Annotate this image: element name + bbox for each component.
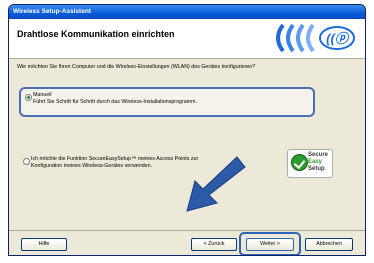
- arrow-icon: [186, 156, 246, 212]
- title-bar: Wireless Setup-Assistent: [9, 5, 365, 19]
- logo-line-secure: Secure: [308, 152, 329, 158]
- logo-line-setup: Setup: [308, 166, 325, 172]
- cancel-button[interactable]: Abbrechen: [305, 238, 353, 251]
- wizard-header: Drahtlose Kommunikation einrichten ((ⓟ: [9, 19, 365, 59]
- next-button[interactable]: Weiter >: [246, 238, 294, 251]
- help-button[interactable]: Hilfe: [21, 238, 67, 251]
- page-title: Drahtlose Kommunikation einrichten: [17, 29, 175, 39]
- option-manual[interactable]: Manuell Führt Sie Schritt für Schritt du…: [19, 87, 315, 117]
- checkmark-icon: [291, 154, 308, 171]
- radio-secureeasysetup[interactable]: [23, 158, 30, 165]
- option-manual-description: Führt Sie Schritt für Schritt durch das …: [33, 99, 197, 105]
- option-manual-title: Manuell: [33, 92, 52, 98]
- logo-line-easy: Easy: [308, 159, 323, 165]
- back-button[interactable]: < Zurück: [191, 238, 237, 251]
- button-divider: [9, 230, 365, 231]
- radio-manual[interactable]: [25, 94, 32, 101]
- question-text: Wie möchten Sie Ihren Computer und die W…: [17, 64, 256, 70]
- setup-wizard-window: Wireless Setup-Assistent Drahtlose Kommu…: [8, 4, 366, 256]
- secure-easy-setup-logo: Secure Easy Setup: [287, 149, 333, 178]
- svg-text:((ⓟ: ((ⓟ: [326, 31, 350, 46]
- wireless-waves-icon: ((ⓟ: [265, 23, 359, 53]
